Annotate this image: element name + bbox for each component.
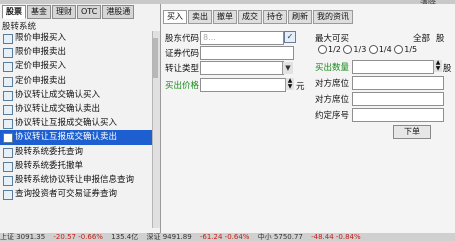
scrollbar-thumb[interactable]: [153, 38, 158, 78]
tab-stock[interactable]: 股票: [2, 5, 26, 19]
price-unit: 元: [296, 82, 305, 92]
tree-item[interactable]: 限价申报买入: [0, 31, 156, 45]
counterparty-seat-input[interactable]: [352, 76, 444, 90]
chevron-down-icon[interactable]: ▼: [282, 62, 293, 74]
tree-item[interactable]: 协议转让成交确认买入: [0, 88, 156, 102]
transfer-type-select[interactable]: [200, 61, 284, 75]
market-status-bar: 上证 3091.35 -20.57 -0.66% 135.4亿 深证 9491.…: [0, 233, 455, 241]
quantity-unit: 股: [443, 64, 452, 74]
shareholder-code-field[interactable]: 8...: [200, 31, 284, 45]
status-sh-change: -20.57 -0.66%: [53, 233, 103, 241]
transfer-type-label: 转让类型: [165, 64, 200, 74]
counterparty-seat-label: 对方席位: [315, 79, 350, 89]
fraction-radio[interactable]: 1/2: [318, 45, 341, 54]
doc-icon: [3, 62, 13, 73]
shareholder-code-label: 股东代码: [165, 34, 200, 44]
doc-icon: [3, 147, 13, 158]
doc-icon: [3, 175, 13, 186]
status-sme: 中小 5750.77: [257, 233, 303, 241]
quantity-input[interactable]: [352, 60, 434, 74]
fraction-radios: 1/2 1/3 1/4 1/5: [318, 45, 417, 54]
all-button[interactable]: 全部: [413, 32, 430, 44]
price-stepper[interactable]: ▲ ▼: [285, 78, 294, 90]
counterparty-account-label: 对方席位: [315, 95, 350, 105]
tree-item[interactable]: 股转系统协议转让申报信息查询: [0, 173, 156, 187]
doc-icon: [3, 161, 13, 172]
radio-icon: [394, 45, 404, 54]
doc-icon: [3, 76, 13, 87]
tree-item[interactable]: 定价申报卖出: [0, 74, 156, 88]
tree-item[interactable]: 股转系统委托查询: [0, 145, 156, 159]
tree-item[interactable]: 股转系统委托撤单: [0, 159, 156, 173]
max-unit: 股: [436, 34, 445, 44]
tab-fund[interactable]: 基金: [27, 5, 51, 19]
tab-cancel[interactable]: 撤单: [213, 10, 237, 24]
tab-deal[interactable]: 成交: [238, 10, 262, 24]
menu-tree: 限价申报买入 限价申报卖出 定价申报买入 定价申报卖出 协议转让成交确认买入 协…: [0, 31, 156, 201]
radio-icon: [343, 45, 353, 54]
fraction-radio[interactable]: 1/5: [394, 45, 417, 54]
tree-item[interactable]: 查询投资者可交易证券查询: [0, 187, 156, 201]
status-sme-change: -48.44 -0.84%: [311, 233, 361, 241]
tab-buy[interactable]: 买入: [163, 10, 187, 24]
market-tabs: 股票 基金 理财 OTC 港股通: [2, 5, 135, 19]
tree-item[interactable]: 协议转让互报成交确认买入: [0, 116, 156, 130]
radio-icon: [318, 45, 327, 54]
status-sh: 上证 3091.35: [0, 233, 46, 241]
security-code-label: 证券代码: [165, 49, 200, 59]
submit-order-button[interactable]: 下单: [393, 125, 431, 139]
doc-icon: [3, 104, 13, 115]
doc-icon: [3, 133, 13, 144]
tab-sell[interactable]: 卖出: [188, 10, 212, 24]
tab-my-info[interactable]: 我的资讯: [313, 10, 353, 24]
tab-refresh[interactable]: 刷新: [288, 10, 312, 24]
agreed-no-input[interactable]: [352, 108, 444, 122]
tab-hk-connect[interactable]: 港股通: [102, 5, 135, 19]
status-volume: 135.4亿: [111, 233, 139, 241]
status-sz: 深证 9491.89: [146, 233, 192, 241]
doc-icon: [3, 190, 13, 201]
tree-item[interactable]: 定价申报买入: [0, 59, 156, 73]
price-label: 买出价格: [165, 81, 200, 91]
security-code-input[interactable]: [200, 46, 294, 60]
fraction-radio[interactable]: 1/4: [368, 45, 392, 54]
tab-position[interactable]: 持仓: [263, 10, 287, 24]
status-sz-change: -61.24 -0.64%: [199, 233, 250, 241]
max-buy-label: 最大可买: [315, 34, 350, 44]
counterparty-account-input[interactable]: [352, 92, 444, 106]
price-input[interactable]: [200, 78, 286, 92]
tree-item[interactable]: 协议转让成交确认卖出: [0, 102, 156, 116]
tab-otc[interactable]: OTC: [77, 5, 102, 19]
tab-wealth[interactable]: 理财: [52, 5, 76, 19]
quantity-stepper[interactable]: ▲ ▼: [433, 60, 442, 72]
tree-item-selected[interactable]: 协议转让互报成交确认卖出: [0, 130, 156, 145]
order-tabs: 买入 卖出 撤单 成交 持仓 刷新 我的资讯: [163, 10, 353, 24]
doc-icon: [3, 119, 13, 130]
doc-icon: [3, 90, 13, 101]
tree-item[interactable]: 限价申报卖出: [0, 45, 156, 59]
doc-icon: [3, 48, 13, 59]
radio-icon: [368, 45, 378, 54]
doc-icon: [3, 34, 13, 44]
quantity-label: 买出数量: [315, 63, 350, 73]
check-icon[interactable]: ✓: [284, 31, 296, 43]
fraction-radio[interactable]: 1/3: [343, 45, 366, 54]
agreed-no-label: 约定序号: [315, 111, 350, 121]
